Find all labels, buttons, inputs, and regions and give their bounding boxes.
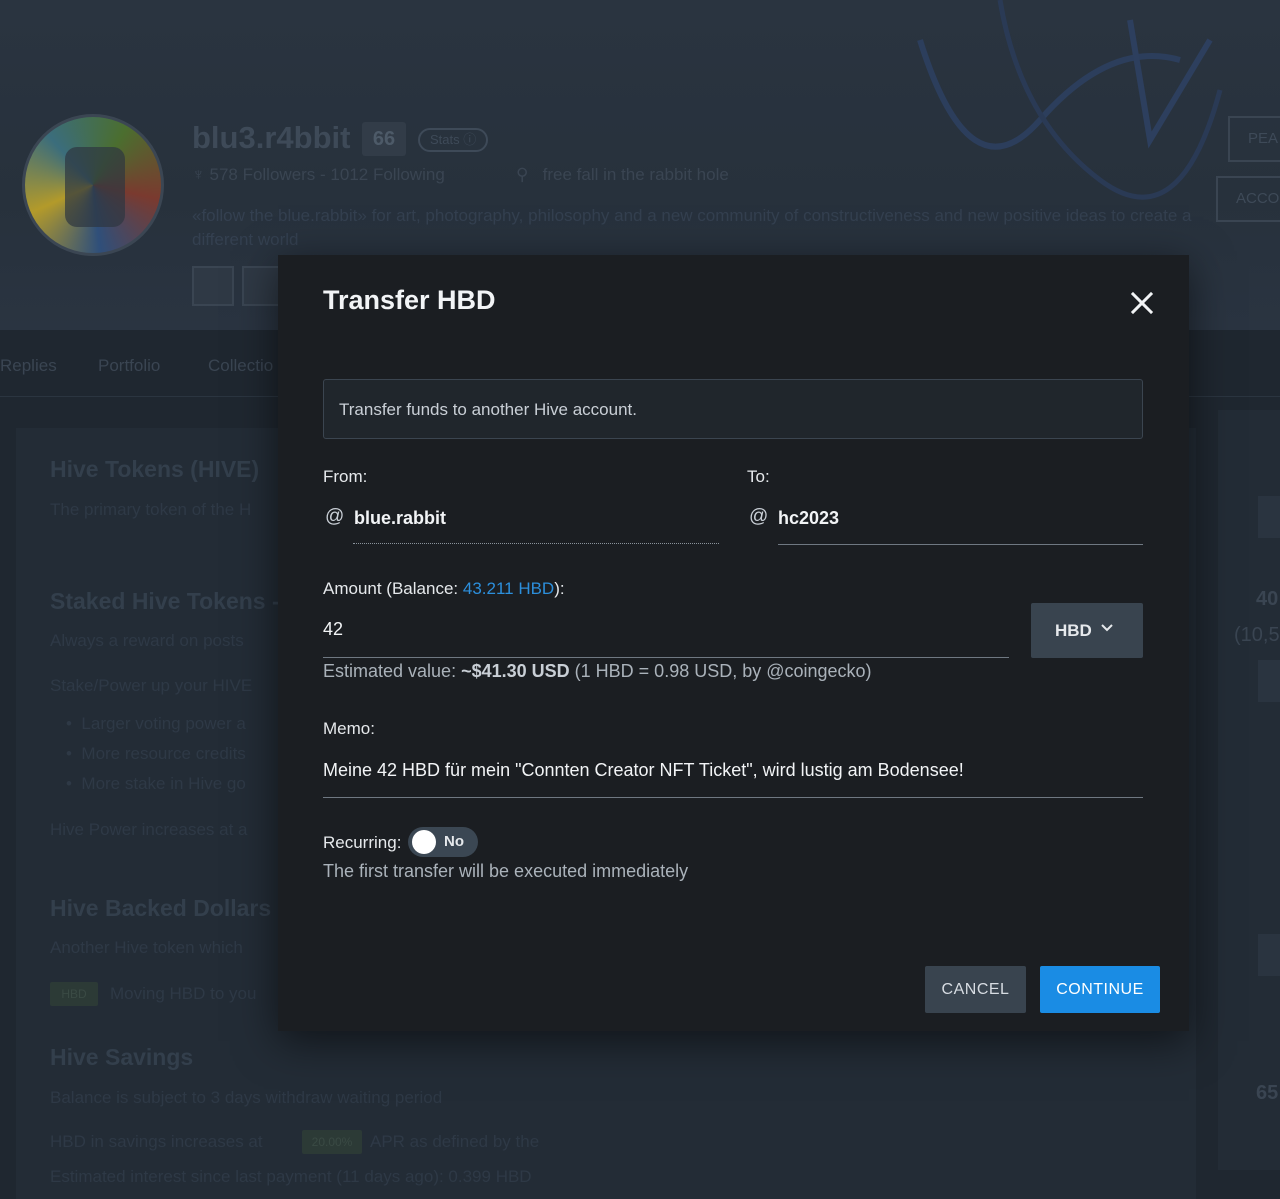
memo-label: Memo: bbox=[323, 719, 375, 738]
hp-increase-text: Hive Power increases at a bbox=[50, 820, 248, 839]
interest-text: Estimated interest since last payment (1… bbox=[50, 1167, 532, 1186]
currency-select[interactable]: HBD bbox=[1031, 603, 1143, 658]
estimated-value: Estimated value: ~$41.30 USD (1 HBD = 0.… bbox=[323, 661, 872, 681]
bullet-governance: • More stake in Hive go bbox=[66, 774, 246, 793]
recurring-toggle[interactable]: No bbox=[408, 827, 478, 857]
reputation-badge: 66 bbox=[362, 122, 406, 156]
savings-apr-post: APR as defined by the bbox=[370, 1132, 540, 1151]
staked-desc: Always a reward on posts bbox=[50, 631, 244, 650]
stake-up-text: Stake/Power up your HIVE bbox=[50, 676, 253, 695]
savings-title: Hive Savings bbox=[50, 1044, 194, 1070]
hbd-pill: HBD bbox=[50, 982, 98, 1006]
followers-count: 578 Followers bbox=[209, 165, 316, 184]
to-underline bbox=[778, 544, 1143, 545]
from-underline bbox=[353, 543, 719, 544]
staked-title: Staked Hive Tokens - bbox=[50, 588, 280, 614]
dialog-title: Transfer HBD bbox=[323, 285, 496, 315]
from-account-field: blue.rabbit bbox=[354, 508, 447, 528]
right-action-1[interactable] bbox=[1258, 660, 1280, 702]
to-account-input[interactable]: hc2023 bbox=[778, 508, 839, 529]
followers-icon: ♆ bbox=[192, 165, 205, 184]
hive-tokens-desc: The primary token of the H bbox=[50, 500, 252, 519]
at-icon: @ bbox=[749, 506, 769, 527]
cancel-button[interactable]: CANCEL bbox=[925, 966, 1026, 1013]
close-button[interactable] bbox=[1124, 285, 1160, 321]
tab-portfolio[interactable]: Portfolio bbox=[98, 356, 160, 376]
right-action-2[interactable] bbox=[1258, 934, 1280, 976]
profile-name: blu3.r4bbit bbox=[192, 120, 351, 155]
right-action-0[interactable] bbox=[1258, 496, 1280, 538]
hbd-moving-text: Moving HBD to you bbox=[110, 984, 257, 1003]
bullet-voting: • Larger voting power a bbox=[66, 714, 246, 733]
balance-link[interactable]: 43.211 HBD bbox=[463, 579, 554, 598]
recurring-label: Recurring: bbox=[323, 833, 402, 852]
savings-apr-pill: 20.00% bbox=[302, 1130, 362, 1154]
profile-about: «follow the blue.rabbit» for art, photog… bbox=[192, 206, 1192, 249]
memo-input[interactable]: Meine 42 HBD für mein "Connten Creator N… bbox=[323, 760, 964, 781]
following-count: 1012 Following bbox=[330, 165, 445, 184]
from-label: From: bbox=[323, 467, 368, 486]
to-label: To: bbox=[747, 467, 770, 486]
community-badge-1[interactable] bbox=[192, 266, 234, 306]
amount-label: Amount (Balance: 43.211 HBD): bbox=[323, 579, 565, 598]
follow-counts[interactable]: ♆ 578 Followers - 1012 Following bbox=[192, 165, 445, 185]
tab-collections[interactable]: Collectio bbox=[208, 356, 273, 376]
chevron-down-icon bbox=[1101, 624, 1113, 632]
profile-location: ⚲ free fall in the rabbit hole bbox=[516, 165, 729, 184]
transfer-dialog: Transfer HBD Transfer funds to another H… bbox=[278, 255, 1189, 1031]
toggle-knob bbox=[412, 830, 436, 854]
right-value-3: 65 bbox=[1256, 1082, 1279, 1104]
close-icon bbox=[1130, 291, 1154, 315]
right-value-2: (10,5 bbox=[1234, 624, 1280, 646]
hbd-title: Hive Backed Dollars ( bbox=[50, 895, 286, 921]
hive-tokens-title: Hive Tokens (HIVE) bbox=[50, 456, 260, 482]
memo-underline bbox=[323, 797, 1143, 798]
amount-input[interactable]: 42 bbox=[323, 619, 343, 640]
at-icon: @ bbox=[325, 506, 345, 527]
peak-button[interactable]: PEA bbox=[1228, 116, 1280, 162]
location-pin-icon: ⚲ bbox=[516, 165, 529, 184]
first-transfer-note: The first transfer will be executed imme… bbox=[323, 861, 689, 881]
bullet-credits: • More resource credits bbox=[66, 744, 246, 763]
tab-replies[interactable]: Replies bbox=[0, 356, 57, 376]
amount-underline bbox=[323, 657, 1009, 658]
continue-button[interactable]: CONTINUE bbox=[1040, 966, 1160, 1013]
hbd-desc: Another Hive token which bbox=[50, 938, 243, 957]
savings-desc: Balance is subject to 3 days withdraw wa… bbox=[50, 1088, 443, 1107]
info-box: Transfer funds to another Hive account. bbox=[323, 379, 1143, 439]
profile-avatar[interactable] bbox=[22, 114, 164, 256]
right-value-1: 40 bbox=[1256, 588, 1279, 610]
toggle-state: No bbox=[444, 833, 464, 850]
savings-apr-pre: HBD in savings increases at bbox=[50, 1132, 263, 1151]
account-button[interactable]: ACCO bbox=[1216, 176, 1280, 222]
stats-button[interactable]: Stats ⓘ bbox=[418, 128, 489, 152]
